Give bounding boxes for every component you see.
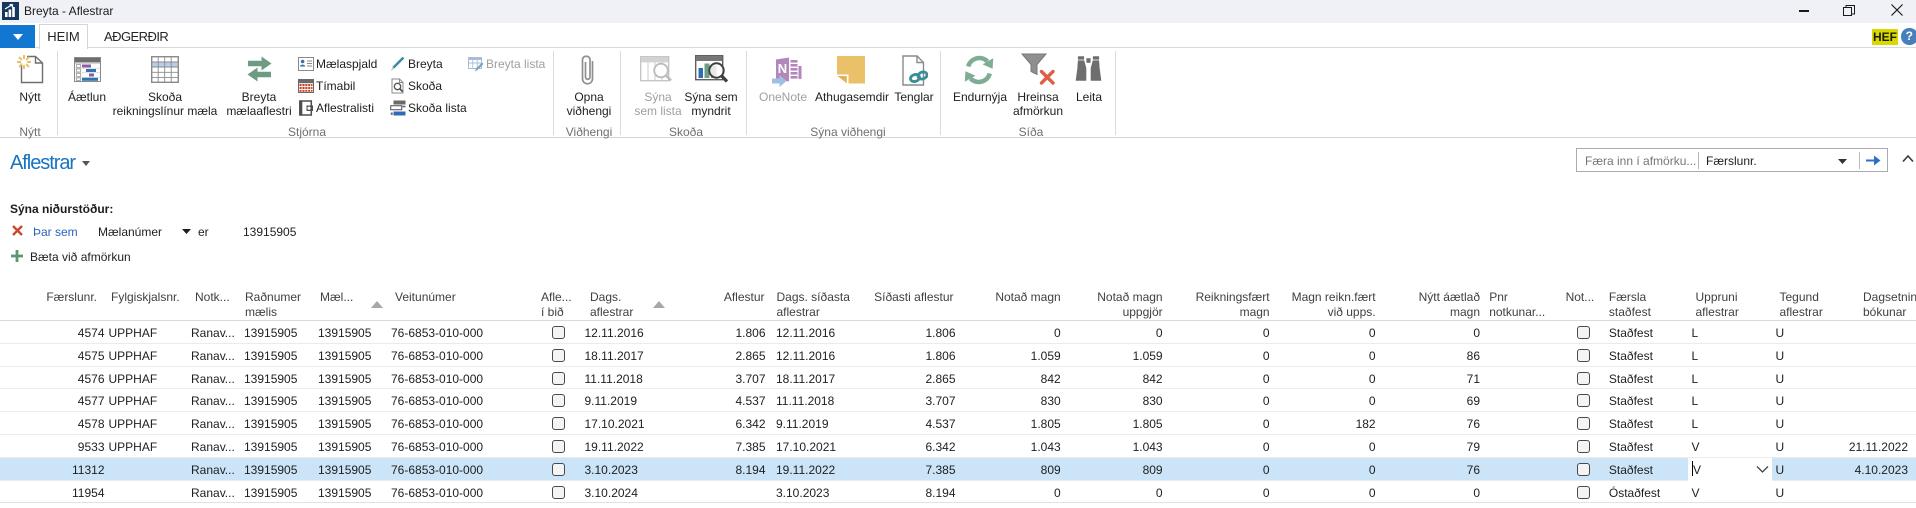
svg-text:N: N xyxy=(778,61,787,76)
